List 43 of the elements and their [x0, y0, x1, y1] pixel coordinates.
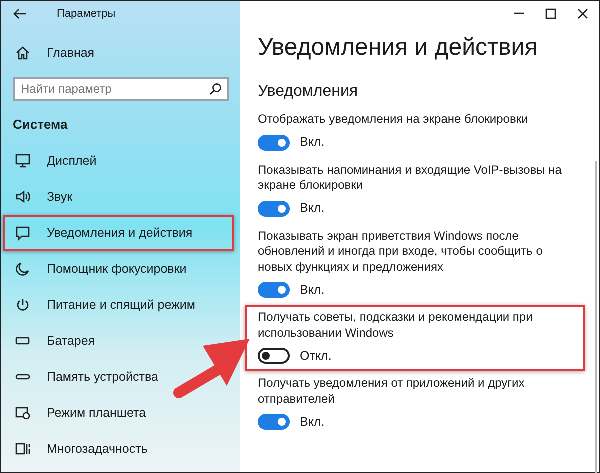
- toggle-state: Вкл.: [300, 200, 325, 218]
- close-icon[interactable]: [577, 8, 589, 20]
- sidebar-item[interactable]: Главная: [3, 35, 103, 71]
- toggle-switch[interactable]: [258, 348, 290, 364]
- setting-label: Показывать экран приветствия Windows после обновлений и иногда при входе, чтобы сообщить о новых функциях и предложениях: [258, 228, 544, 276]
- setting-label: Получать уведомления от приложений и других отправителей: [258, 376, 526, 408]
- home-icon: [15, 45, 31, 61]
- toggle-state: Вкл.: [300, 134, 325, 152]
- toggle-switch[interactable]: [258, 200, 290, 217]
- setting-label: Показывать напоминания и входящие VoIP-вызовы на экране блокировки: [258, 162, 563, 194]
- scrollbar[interactable]: [595, 161, 597, 473]
- section-heading: Система: [13, 116, 69, 133]
- sidebar-item[interactable]: Помощник фокусировки: [3, 251, 195, 287]
- back-icon[interactable]: [13, 8, 27, 20]
- sidebar-item[interactable]: Память устройства: [3, 359, 166, 395]
- setting-label: Отображать уведомления на экране блокировки: [258, 112, 530, 128]
- display-icon: [15, 153, 31, 169]
- tablet-icon: [15, 405, 31, 421]
- sidebar-item[interactable]: Батарея: [3, 323, 104, 359]
- page-title: Уведомления и действия: [258, 33, 539, 63]
- toggle-state: Вкл.: [300, 282, 325, 299]
- speaker-icon: [15, 189, 31, 205]
- search-icon: [209, 83, 222, 96]
- window-title: Параметры: [57, 6, 116, 22]
- search-field[interactable]: Найти параметр: [13, 77, 229, 101]
- toggle-state: Вкл.: [300, 414, 325, 431]
- toggle-switch[interactable]: [258, 414, 290, 430]
- toggle-state: Откл.: [300, 348, 332, 365]
- sidebar-item[interactable]: Звук: [3, 179, 81, 215]
- multitask-icon: [15, 441, 31, 457]
- toggle-switch[interactable]: [258, 134, 290, 151]
- sidebar-item[interactable]: Питание и спящий режим: [3, 287, 204, 323]
- message-icon: [15, 225, 31, 241]
- toggle-switch[interactable]: [258, 282, 290, 298]
- power-icon: [15, 297, 31, 313]
- sidebar-item[interactable]: Дисплей: [3, 143, 105, 179]
- sidebar-item[interactable]: Уведомления и действия: [3, 215, 234, 251]
- section-heading: Уведомления: [258, 82, 360, 102]
- maximize-icon[interactable]: [545, 8, 557, 20]
- sidebar-item[interactable]: Режим планшета: [3, 395, 154, 431]
- sidebar-item[interactable]: Многозадачность: [3, 431, 156, 467]
- setting-label: Получать советы, подсказки и рекомендации при использовании Windows: [258, 310, 534, 342]
- moon-icon: [15, 261, 31, 277]
